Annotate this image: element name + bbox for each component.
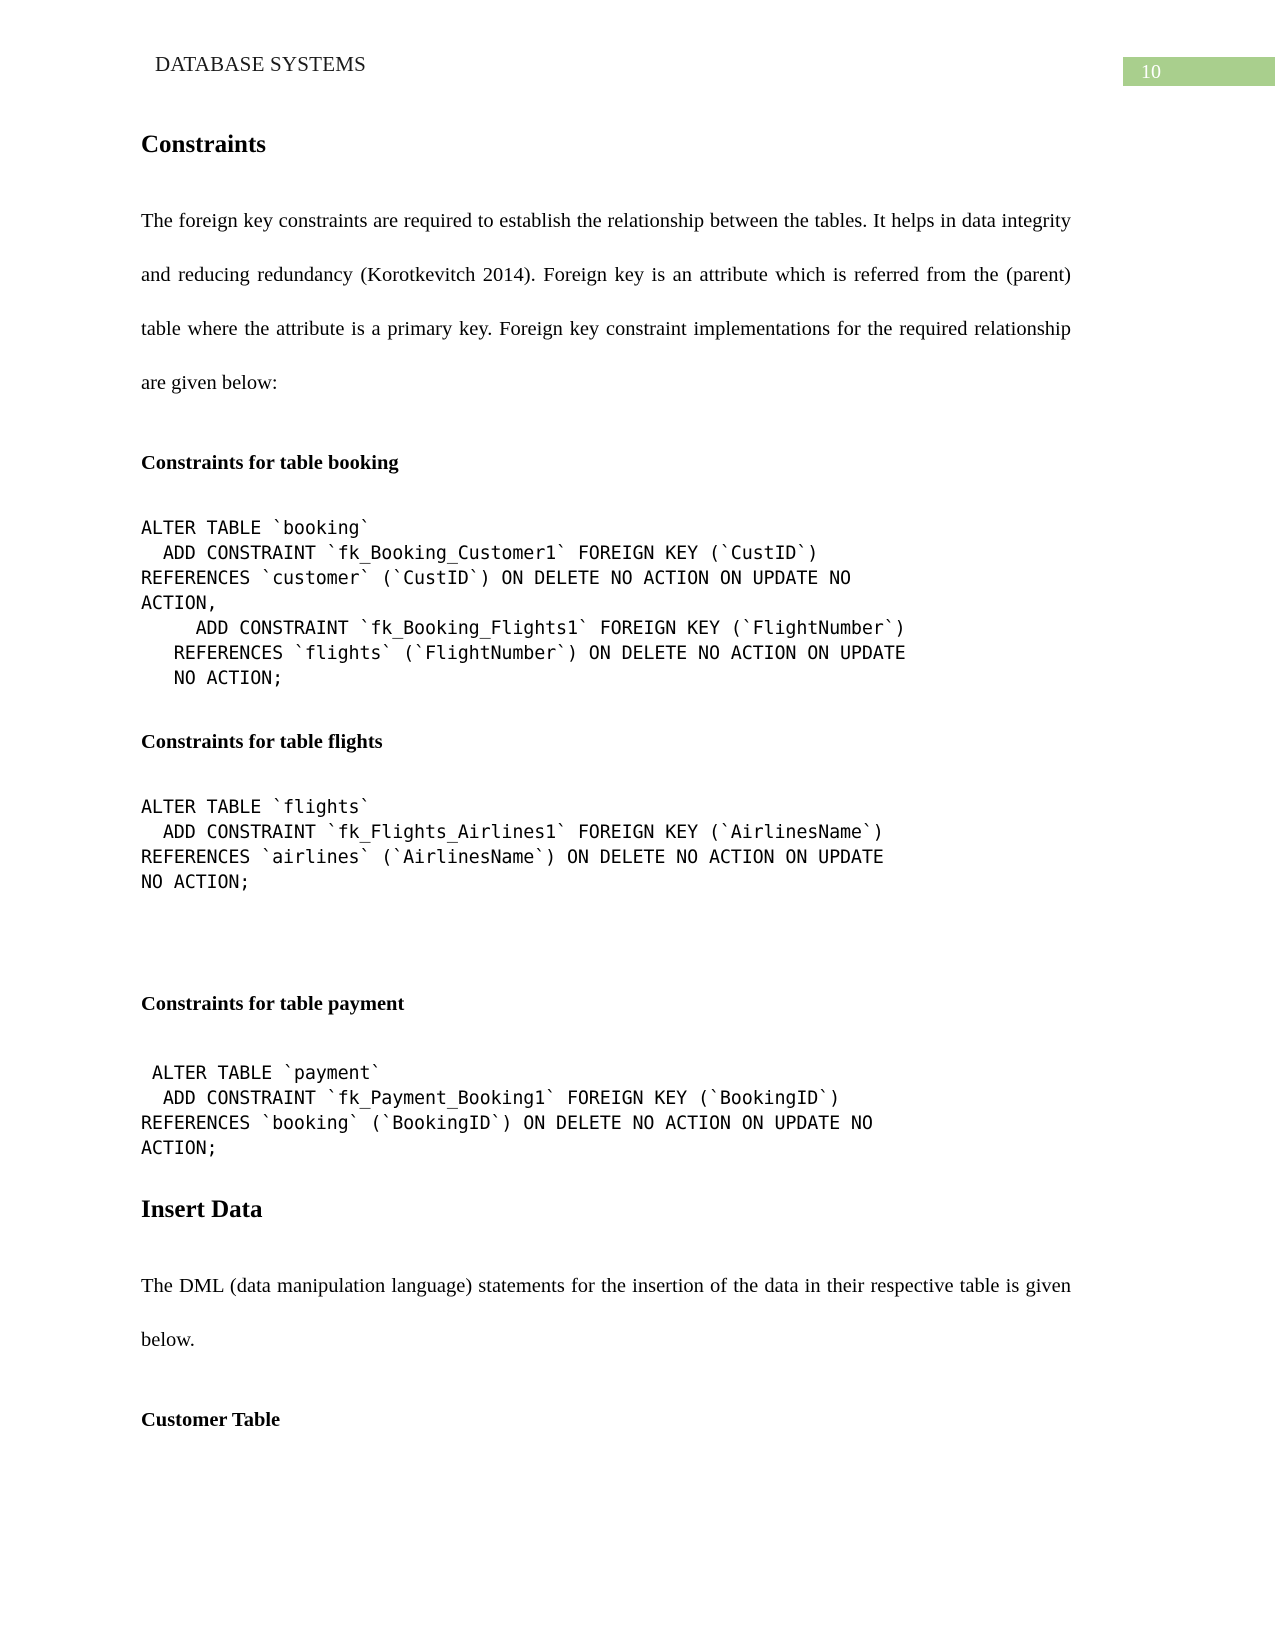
subheading-constraints-booking: Constraints for table booking <box>141 452 399 474</box>
header-title: DATABASE SYSTEMS <box>155 52 366 76</box>
document-body: Constraints The foreign key constraints … <box>141 130 1071 1433</box>
paragraph-constraints-intro: The foreign key constraints are required… <box>141 210 1071 394</box>
subheading-constraints-flights: Constraints for table flights <box>141 731 383 753</box>
paragraph-insert-data: The DML (data manipulation language) sta… <box>141 1275 1071 1351</box>
heading-constraints: Constraints <box>141 131 267 158</box>
subheading-customer-table: Customer Table <box>141 1409 281 1431</box>
page-header: DATABASE SYSTEMS 10 <box>0 0 1275 100</box>
code-block-payment: ALTER TABLE `payment` ADD CONSTRAINT `fk… <box>141 1063 873 1159</box>
code-block-flights: ALTER TABLE `flights` ADD CONSTRAINT `fk… <box>141 797 884 893</box>
subheading-constraints-payment: Constraints for table payment <box>141 993 405 1015</box>
code-block-booking: ALTER TABLE `booking` ADD CONSTRAINT `fk… <box>141 518 906 689</box>
heading-insert-data: Insert Data <box>141 1196 263 1223</box>
page-number-box: 10 <box>1123 57 1275 86</box>
page-number: 10 <box>1141 61 1161 83</box>
